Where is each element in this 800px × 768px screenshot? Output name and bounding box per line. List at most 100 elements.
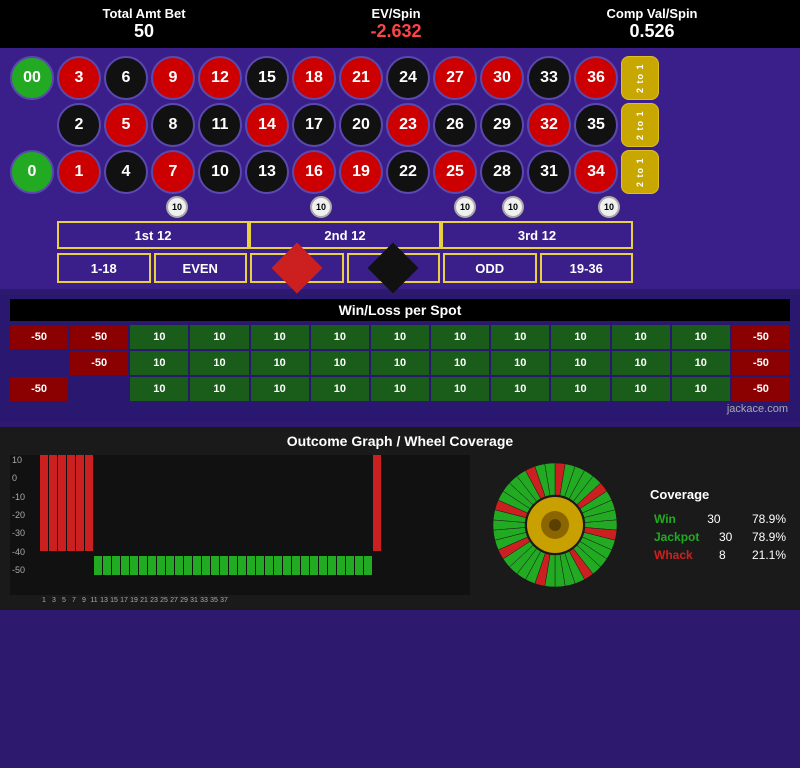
bar-4 [76, 455, 84, 551]
bar-36 [364, 556, 372, 575]
num-cell-28[interactable]: 28 [480, 150, 524, 194]
bar-22 [238, 556, 246, 575]
bar-20 [220, 556, 228, 575]
num-cell-16[interactable]: 16 [292, 150, 336, 194]
num-cell-4[interactable]: 4 [104, 150, 148, 194]
num-cell-13[interactable]: 13 [245, 150, 289, 194]
num-cell-3[interactable]: 3 [57, 56, 101, 100]
num-cell-12[interactable]: 12 [198, 56, 242, 100]
bet-19-36[interactable]: 19-36 [540, 253, 634, 283]
wl-cell-r2c7: 10 [431, 377, 489, 401]
x-label-6: 13 [100, 597, 108, 604]
ev-spin-col: EV/Spin -2.632 [370, 6, 421, 42]
bet-even[interactable]: EVEN [154, 253, 248, 283]
wl-cell-r1c0 [10, 351, 68, 375]
num-cell-26[interactable]: 26 [433, 103, 477, 147]
x-label-12: 25 [160, 597, 168, 604]
coverage-label-0: Win [654, 512, 676, 526]
wl-cell-r0c9: 10 [551, 325, 609, 349]
wl-cell-r0c6: 10 [371, 325, 429, 349]
num-cell-29[interactable]: 29 [480, 103, 524, 147]
num-cell-14[interactable]: 14 [245, 103, 289, 147]
red-diamond-icon [271, 243, 322, 294]
num-cell-20[interactable]: 20 [339, 103, 383, 147]
x-axis-row: 135791113151719212325272931333537 [40, 597, 790, 604]
num-cell-22[interactable]: 22 [386, 150, 430, 194]
bar-29 [301, 556, 309, 575]
two-to-one-bot[interactable]: 2 to 1 [621, 150, 659, 194]
num-cell-11[interactable]: 11 [198, 103, 242, 147]
jackace-label: jackace.com [10, 403, 790, 415]
two-to-one-top[interactable]: 2 to 1 [621, 56, 659, 100]
chip-slot-10 [537, 196, 585, 218]
num-cell-9[interactable]: 9 [151, 56, 195, 100]
bet-odd[interactable]: ODD [443, 253, 537, 283]
bar-28 [292, 556, 300, 575]
num-cell-35[interactable]: 35 [574, 103, 618, 147]
wl-cell-r1c4: 10 [251, 351, 309, 375]
num-cell-17[interactable]: 17 [292, 103, 336, 147]
coverage-row-1: Jackpot3078.9% [650, 528, 790, 546]
num-cell-21[interactable]: 21 [339, 56, 383, 100]
chip-8[interactable]: 10 [454, 196, 476, 218]
bar-9 [121, 556, 129, 575]
wl-cell-r0c5: 10 [311, 325, 369, 349]
num-cell-19[interactable]: 19 [339, 150, 383, 194]
two-to-one-mid[interactable]: 2 to 1 [621, 103, 659, 147]
y-label-neg30: -30 [12, 528, 25, 538]
double-zero[interactable]: 00 [10, 56, 54, 100]
num-cell-6[interactable]: 6 [104, 56, 148, 100]
bet-1-18[interactable]: 1-18 [57, 253, 151, 283]
num-cell-25[interactable]: 25 [433, 150, 477, 194]
num-cell-24[interactable]: 24 [386, 56, 430, 100]
bar-17 [193, 556, 201, 575]
num-cell-1[interactable]: 1 [57, 150, 101, 194]
comp-val-spin-col: Comp Val/Spin 0.526 [606, 6, 697, 42]
num-cell-5[interactable]: 5 [104, 103, 148, 147]
coverage-rows: Win3078.9%Jackpot3078.9%Whack821.1% [650, 510, 790, 564]
num-cell-23[interactable]: 23 [386, 103, 430, 147]
single-zero[interactable]: 0 [10, 150, 54, 194]
bet-red[interactable] [250, 253, 344, 283]
num-cell-34[interactable]: 34 [574, 150, 618, 194]
wl-cell-r2c6: 10 [371, 377, 429, 401]
y-axis-labels: 10 0 -10 -20 -30 -40 -50 [12, 455, 25, 575]
chip-9[interactable]: 10 [502, 196, 524, 218]
wl-cell-r2c8: 10 [491, 377, 549, 401]
chip-5[interactable]: 10 [310, 196, 332, 218]
bar-37 [373, 455, 381, 551]
num-cell-15[interactable]: 15 [245, 56, 289, 100]
dozen-1st[interactable]: 1st 12 [57, 221, 249, 249]
num-cell-10[interactable]: 10 [198, 150, 242, 194]
bet-black[interactable] [347, 253, 441, 283]
num-cell-36[interactable]: 36 [574, 56, 618, 100]
num-cell-2[interactable]: 2 [57, 103, 101, 147]
num-cell-7[interactable]: 7 [151, 150, 195, 194]
wl-cell-r0c10: 10 [612, 325, 670, 349]
x-label-14: 29 [180, 597, 188, 604]
num-cell-8[interactable]: 8 [151, 103, 195, 147]
chip-2[interactable]: 10 [166, 196, 188, 218]
zero-column: 00 0 [10, 56, 54, 194]
y-label-neg40: -40 [12, 547, 25, 557]
dozen-3rd[interactable]: 3rd 12 [441, 221, 633, 249]
num-cell-30[interactable]: 30 [480, 56, 524, 100]
bar-16 [184, 556, 192, 575]
num-cell-31[interactable]: 31 [527, 150, 571, 194]
x-label-18: 37 [220, 597, 228, 604]
num-cell-27[interactable]: 27 [433, 56, 477, 100]
y-label-0: 0 [12, 473, 25, 483]
wl-cell-r1c10: 10 [612, 351, 670, 375]
num-cell-18[interactable]: 18 [292, 56, 336, 100]
bar-21 [229, 556, 237, 575]
num-cell-33[interactable]: 33 [527, 56, 571, 100]
table-section: 00 0 36912151821242730333625811141720232… [0, 48, 800, 289]
num-cell-32[interactable]: 32 [527, 103, 571, 147]
x-label-16: 33 [200, 597, 208, 604]
header: Total Amt Bet 50 EV/Spin -2.632 Comp Val… [0, 0, 800, 48]
bar-25 [265, 556, 273, 575]
wl-cell-r1c12: -50 [732, 351, 790, 375]
chip-11[interactable]: 10 [598, 196, 620, 218]
dozen-2nd[interactable]: 2nd 12 [249, 221, 441, 249]
wl-cell-r2c0: -50 [10, 377, 68, 401]
